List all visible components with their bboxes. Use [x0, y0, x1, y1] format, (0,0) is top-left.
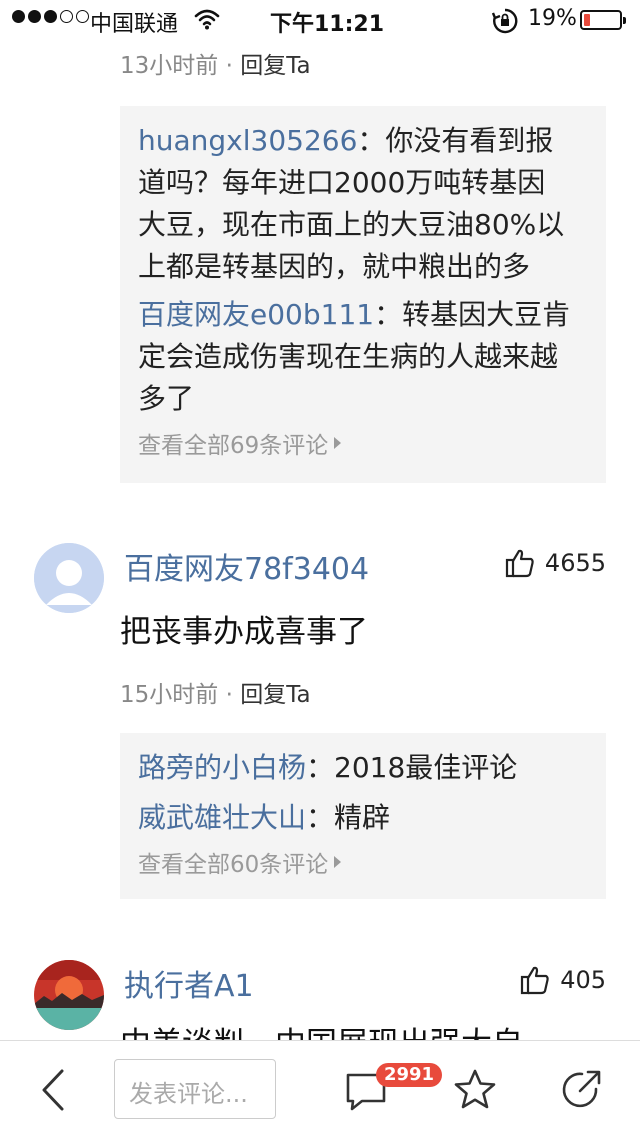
signal-dot	[12, 10, 25, 23]
reply-text: 多了	[138, 382, 195, 415]
signal-dot	[28, 10, 41, 23]
chevron-right-icon	[334, 856, 342, 868]
signal-dot	[60, 10, 73, 23]
reply-text: 2018最佳评论	[334, 751, 518, 784]
reply-author[interactable]: 百度网友e00b111	[138, 298, 374, 331]
like-button[interactable]: 405	[520, 965, 606, 995]
view-all-label: 查看全部60条评论	[138, 852, 329, 878]
reply-button[interactable]: 回复Ta	[240, 53, 310, 79]
bottom-toolbar: 发表评论... 2991	[0, 1040, 640, 1136]
chevron-right-icon	[334, 437, 342, 449]
thumbs-up-icon	[505, 549, 534, 578]
view-all-label: 查看全部69条评论	[138, 433, 329, 459]
status-time: 下午11:21	[270, 12, 385, 37]
reply-author[interactable]: 威武雄壮大山	[138, 801, 306, 834]
wifi-icon	[194, 8, 220, 34]
rotation-lock-icon	[491, 8, 518, 38]
reply-text: 上都是转基因的，就中粮出的多	[138, 250, 531, 283]
sunset-avatar-icon	[34, 960, 104, 1030]
signal-strength-icon	[12, 10, 89, 23]
reply-text: 你没有看到报	[385, 124, 554, 157]
reply-item: huangxl305266：你没有看到报 道吗？每年进口2000万吨转基因 大豆…	[138, 120, 588, 288]
battery-level	[584, 14, 590, 26]
avatar[interactable]	[34, 543, 104, 613]
carrier-name: 中国联通	[90, 12, 179, 37]
reply-item: 威武雄壮大山：精辟	[138, 797, 588, 839]
reply-thread: 路旁的小白杨：2018最佳评论 威武雄壮大山：精辟 查看全部60条评论	[120, 733, 606, 899]
like-count: 405	[560, 966, 606, 994]
reply-text: 道吗？每年进口2000万吨转基因	[138, 166, 546, 199]
comment-text: 把丧事办成喜事了	[120, 614, 368, 650]
comment-input[interactable]: 发表评论...	[114, 1059, 276, 1119]
comment-count-badge: 2991	[376, 1063, 442, 1087]
reply-text: 转基因大豆肯	[402, 298, 571, 331]
comment-meta: 13小时前 · 回复Ta	[120, 46, 311, 80]
star-icon[interactable]	[452, 1067, 498, 1113]
thumbs-up-icon	[521, 966, 549, 995]
reply-item: 百度网友e00b111：转基因大豆肯 定会造成伤害现在生病的人越来越 多了	[138, 294, 588, 420]
reply-item: 路旁的小白杨：2018最佳评论	[138, 747, 588, 789]
view-all-replies-link[interactable]: 查看全部60条评论	[138, 845, 588, 879]
comment-time: 15小时前	[120, 682, 219, 708]
status-bar: 中国联通 下午11:21 19%	[0, 0, 640, 40]
reply-author[interactable]: 路旁的小白杨	[138, 751, 306, 784]
reply-thread: huangxl305266：你没有看到报 道吗？每年进口2000万吨转基因 大豆…	[120, 106, 606, 483]
reply-separator: ：	[374, 298, 403, 331]
signal-dot	[76, 10, 89, 23]
comment-meta: 15小时前 · 回复Ta	[120, 675, 311, 709]
battery-percent: 19%	[528, 6, 577, 31]
signal-dot	[44, 10, 57, 23]
back-arrow-icon[interactable]	[34, 1065, 74, 1115]
reply-separator: ：	[357, 124, 386, 157]
reply-separator: ：	[306, 801, 335, 834]
meta-separator: ·	[225, 53, 233, 79]
reply-separator: ：	[306, 751, 335, 784]
comment-time: 13小时前	[120, 53, 219, 79]
default-avatar-icon	[34, 543, 104, 613]
reply-text: 定会造成伤害现在生病的人越来越	[138, 340, 559, 373]
avatar[interactable]	[34, 960, 104, 1030]
meta-separator: ·	[225, 682, 233, 708]
comment-author[interactable]: 执行者A1	[124, 961, 254, 1005]
view-all-replies-link[interactable]: 查看全部69条评论	[138, 426, 588, 460]
like-count: 4655	[544, 549, 606, 577]
reply-text: 大豆，现在市面上的大豆油80%以	[138, 208, 565, 241]
share-icon[interactable]	[558, 1067, 604, 1113]
reply-text: 精辟	[334, 801, 391, 834]
reply-button[interactable]: 回复Ta	[240, 682, 310, 708]
battery-icon	[580, 10, 626, 30]
like-button[interactable]: 4655	[505, 548, 606, 578]
comment-author[interactable]: 百度网友78f3404	[124, 544, 369, 588]
reply-author[interactable]: huangxl305266	[138, 124, 357, 157]
